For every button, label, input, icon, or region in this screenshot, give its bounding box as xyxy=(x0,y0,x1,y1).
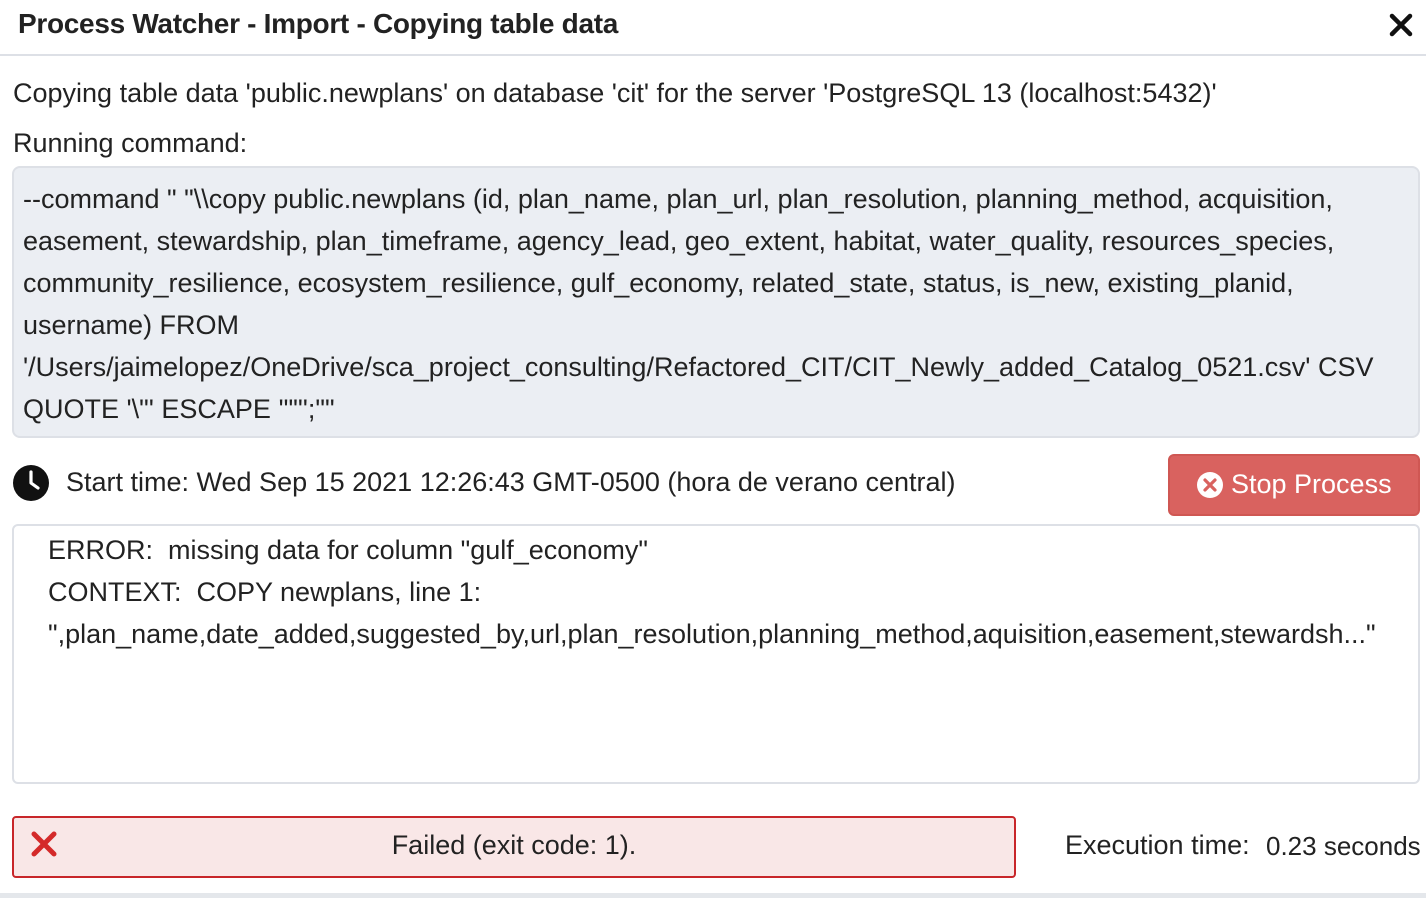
log-line: ",plan_name,date_added,suggested_by,url,… xyxy=(48,619,1376,649)
execution-time-label: Execution time: xyxy=(1065,830,1250,860)
log-line: ERROR: missing data for column "gulf_eco… xyxy=(48,535,648,565)
stop-process-label: Stop Process xyxy=(1231,469,1392,499)
command-text-box: --command " "\\copy public.newplans (id,… xyxy=(12,166,1420,438)
stop-process-button[interactable]: Stop Process xyxy=(1168,454,1420,516)
clock-icon xyxy=(13,465,49,501)
start-time: Start time: Wed Sep 15 2021 12:26:43 GMT… xyxy=(66,467,956,497)
process-description: Copying table data 'public.newplans' on … xyxy=(13,78,1217,108)
close-icon xyxy=(1389,13,1413,37)
status-text: Failed (exit code: 1). xyxy=(391,830,637,860)
dialog-titlebar: Process Watcher - Import - Copying table… xyxy=(0,0,1426,56)
execution-time-value: 0.23 seconds xyxy=(1266,831,1421,861)
times-circle-icon xyxy=(1197,472,1223,498)
close-button[interactable] xyxy=(1386,10,1416,40)
status-alert: Failed (exit code: 1). xyxy=(12,816,1016,878)
bottom-divider xyxy=(0,893,1426,898)
process-log-output[interactable]: ERROR: missing data for column "gulf_eco… xyxy=(12,524,1420,784)
process-watcher-dialog: Process Watcher - Import - Copying table… xyxy=(0,0,1426,898)
dialog-title: Process Watcher - Import - Copying table… xyxy=(18,8,619,39)
log-line: CONTEXT: COPY newplans, line 1: xyxy=(48,577,482,607)
running-command-label: Running command: xyxy=(13,128,248,158)
